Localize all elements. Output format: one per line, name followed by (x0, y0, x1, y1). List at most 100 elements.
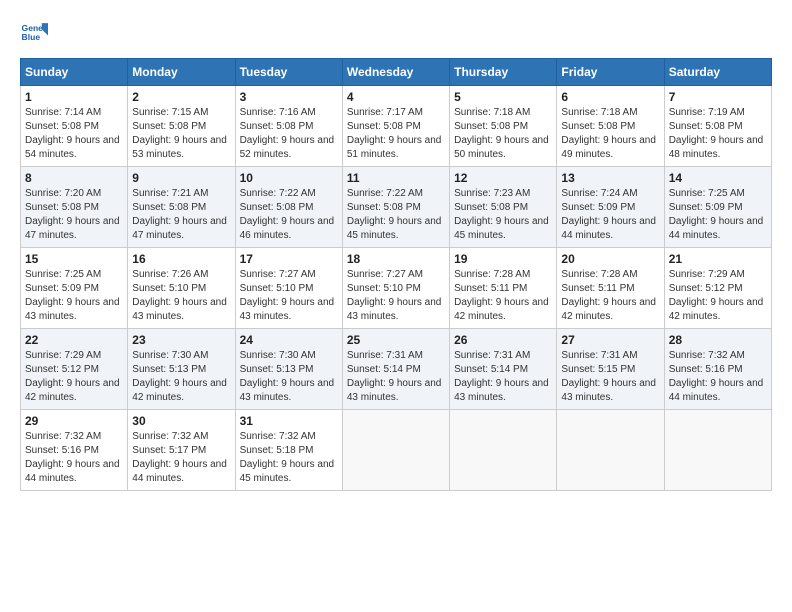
day-info: Sunrise: 7:32 AM Sunset: 5:18 PM Dayligh… (240, 430, 338, 486)
calendar: SundayMondayTuesdayWednesdayThursdayFrid… (20, 58, 772, 491)
day-cell: 15 Sunrise: 7:25 AM Sunset: 5:09 PM Dayl… (21, 248, 128, 329)
week-row-4: 22 Sunrise: 7:29 AM Sunset: 5:12 PM Dayl… (21, 329, 772, 410)
day-info: Sunrise: 7:16 AM Sunset: 5:08 PM Dayligh… (240, 106, 338, 162)
day-number: 12 (454, 171, 552, 185)
header-cell-friday: Friday (557, 59, 664, 86)
day-number: 9 (132, 171, 230, 185)
day-info: Sunrise: 7:29 AM Sunset: 5:12 PM Dayligh… (25, 349, 123, 405)
day-info: Sunrise: 7:25 AM Sunset: 5:09 PM Dayligh… (25, 268, 123, 324)
day-number: 3 (240, 90, 338, 104)
day-cell: 30 Sunrise: 7:32 AM Sunset: 5:17 PM Dayl… (128, 410, 235, 491)
day-info: Sunrise: 7:14 AM Sunset: 5:08 PM Dayligh… (25, 106, 123, 162)
day-number: 23 (132, 333, 230, 347)
day-info: Sunrise: 7:18 AM Sunset: 5:08 PM Dayligh… (561, 106, 659, 162)
day-cell: 31 Sunrise: 7:32 AM Sunset: 5:18 PM Dayl… (235, 410, 342, 491)
day-cell (664, 410, 771, 491)
day-cell: 3 Sunrise: 7:16 AM Sunset: 5:08 PM Dayli… (235, 86, 342, 167)
day-cell: 26 Sunrise: 7:31 AM Sunset: 5:14 PM Dayl… (450, 329, 557, 410)
day-number: 10 (240, 171, 338, 185)
day-number: 7 (669, 90, 767, 104)
day-info: Sunrise: 7:22 AM Sunset: 5:08 PM Dayligh… (347, 187, 445, 243)
day-info: Sunrise: 7:29 AM Sunset: 5:12 PM Dayligh… (669, 268, 767, 324)
header: General Blue (20, 20, 772, 48)
day-number: 31 (240, 414, 338, 428)
svg-text:Blue: Blue (22, 32, 41, 42)
week-row-1: 1 Sunrise: 7:14 AM Sunset: 5:08 PM Dayli… (21, 86, 772, 167)
day-number: 1 (25, 90, 123, 104)
header-cell-monday: Monday (128, 59, 235, 86)
calendar-body: 1 Sunrise: 7:14 AM Sunset: 5:08 PM Dayli… (21, 86, 772, 491)
day-info: Sunrise: 7:31 AM Sunset: 5:14 PM Dayligh… (347, 349, 445, 405)
day-number: 14 (669, 171, 767, 185)
day-number: 13 (561, 171, 659, 185)
day-number: 29 (25, 414, 123, 428)
day-cell: 24 Sunrise: 7:30 AM Sunset: 5:13 PM Dayl… (235, 329, 342, 410)
day-number: 6 (561, 90, 659, 104)
logo: General Blue (20, 20, 52, 48)
header-cell-sunday: Sunday (21, 59, 128, 86)
day-cell: 16 Sunrise: 7:26 AM Sunset: 5:10 PM Dayl… (128, 248, 235, 329)
day-info: Sunrise: 7:20 AM Sunset: 5:08 PM Dayligh… (25, 187, 123, 243)
day-info: Sunrise: 7:28 AM Sunset: 5:11 PM Dayligh… (454, 268, 552, 324)
day-number: 21 (669, 252, 767, 266)
day-cell: 7 Sunrise: 7:19 AM Sunset: 5:08 PM Dayli… (664, 86, 771, 167)
day-number: 2 (132, 90, 230, 104)
day-number: 22 (25, 333, 123, 347)
day-cell: 4 Sunrise: 7:17 AM Sunset: 5:08 PM Dayli… (342, 86, 449, 167)
day-cell: 18 Sunrise: 7:27 AM Sunset: 5:10 PM Dayl… (342, 248, 449, 329)
day-number: 28 (669, 333, 767, 347)
week-row-3: 15 Sunrise: 7:25 AM Sunset: 5:09 PM Dayl… (21, 248, 772, 329)
day-number: 24 (240, 333, 338, 347)
day-number: 30 (132, 414, 230, 428)
day-info: Sunrise: 7:27 AM Sunset: 5:10 PM Dayligh… (240, 268, 338, 324)
day-cell: 25 Sunrise: 7:31 AM Sunset: 5:14 PM Dayl… (342, 329, 449, 410)
day-cell: 29 Sunrise: 7:32 AM Sunset: 5:16 PM Dayl… (21, 410, 128, 491)
day-info: Sunrise: 7:17 AM Sunset: 5:08 PM Dayligh… (347, 106, 445, 162)
day-number: 5 (454, 90, 552, 104)
day-cell: 23 Sunrise: 7:30 AM Sunset: 5:13 PM Dayl… (128, 329, 235, 410)
day-cell (557, 410, 664, 491)
day-number: 18 (347, 252, 445, 266)
day-cell (450, 410, 557, 491)
day-info: Sunrise: 7:18 AM Sunset: 5:08 PM Dayligh… (454, 106, 552, 162)
day-cell: 2 Sunrise: 7:15 AM Sunset: 5:08 PM Dayli… (128, 86, 235, 167)
week-row-5: 29 Sunrise: 7:32 AM Sunset: 5:16 PM Dayl… (21, 410, 772, 491)
day-info: Sunrise: 7:30 AM Sunset: 5:13 PM Dayligh… (240, 349, 338, 405)
day-info: Sunrise: 7:32 AM Sunset: 5:17 PM Dayligh… (132, 430, 230, 486)
day-info: Sunrise: 7:15 AM Sunset: 5:08 PM Dayligh… (132, 106, 230, 162)
day-number: 27 (561, 333, 659, 347)
day-info: Sunrise: 7:25 AM Sunset: 5:09 PM Dayligh… (669, 187, 767, 243)
day-info: Sunrise: 7:31 AM Sunset: 5:14 PM Dayligh… (454, 349, 552, 405)
day-cell: 19 Sunrise: 7:28 AM Sunset: 5:11 PM Dayl… (450, 248, 557, 329)
header-cell-wednesday: Wednesday (342, 59, 449, 86)
day-number: 16 (132, 252, 230, 266)
day-cell: 17 Sunrise: 7:27 AM Sunset: 5:10 PM Dayl… (235, 248, 342, 329)
day-info: Sunrise: 7:30 AM Sunset: 5:13 PM Dayligh… (132, 349, 230, 405)
day-number: 20 (561, 252, 659, 266)
day-cell: 13 Sunrise: 7:24 AM Sunset: 5:09 PM Dayl… (557, 167, 664, 248)
day-cell: 20 Sunrise: 7:28 AM Sunset: 5:11 PM Dayl… (557, 248, 664, 329)
day-number: 19 (454, 252, 552, 266)
day-cell: 5 Sunrise: 7:18 AM Sunset: 5:08 PM Dayli… (450, 86, 557, 167)
day-cell: 6 Sunrise: 7:18 AM Sunset: 5:08 PM Dayli… (557, 86, 664, 167)
day-info: Sunrise: 7:19 AM Sunset: 5:08 PM Dayligh… (669, 106, 767, 162)
day-info: Sunrise: 7:23 AM Sunset: 5:08 PM Dayligh… (454, 187, 552, 243)
header-cell-saturday: Saturday (664, 59, 771, 86)
header-cell-tuesday: Tuesday (235, 59, 342, 86)
logo-icon: General Blue (20, 20, 48, 48)
day-cell: 1 Sunrise: 7:14 AM Sunset: 5:08 PM Dayli… (21, 86, 128, 167)
day-cell (342, 410, 449, 491)
day-number: 25 (347, 333, 445, 347)
day-info: Sunrise: 7:31 AM Sunset: 5:15 PM Dayligh… (561, 349, 659, 405)
day-number: 8 (25, 171, 123, 185)
week-row-2: 8 Sunrise: 7:20 AM Sunset: 5:08 PM Dayli… (21, 167, 772, 248)
day-number: 15 (25, 252, 123, 266)
day-cell: 27 Sunrise: 7:31 AM Sunset: 5:15 PM Dayl… (557, 329, 664, 410)
day-cell: 21 Sunrise: 7:29 AM Sunset: 5:12 PM Dayl… (664, 248, 771, 329)
day-cell: 28 Sunrise: 7:32 AM Sunset: 5:16 PM Dayl… (664, 329, 771, 410)
day-info: Sunrise: 7:21 AM Sunset: 5:08 PM Dayligh… (132, 187, 230, 243)
day-info: Sunrise: 7:26 AM Sunset: 5:10 PM Dayligh… (132, 268, 230, 324)
day-info: Sunrise: 7:28 AM Sunset: 5:11 PM Dayligh… (561, 268, 659, 324)
day-number: 11 (347, 171, 445, 185)
day-number: 26 (454, 333, 552, 347)
